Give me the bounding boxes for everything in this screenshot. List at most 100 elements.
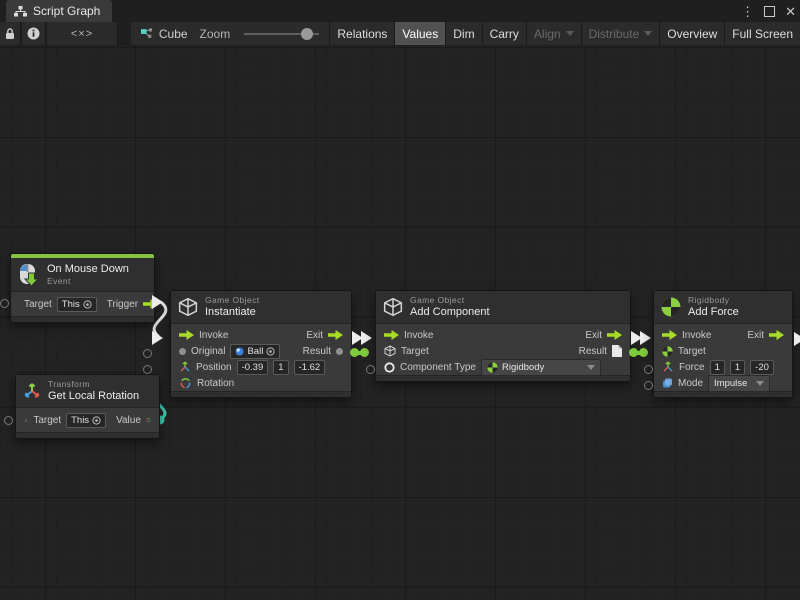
node-title: Instantiate	[205, 306, 259, 319]
target-label: Target	[678, 346, 706, 357]
fullscreen-button[interactable]: Full Screen	[724, 22, 800, 45]
target-this-field[interactable]: This	[66, 413, 106, 428]
transform-mini-icon	[24, 415, 28, 426]
invoke-flow-icon[interactable]	[384, 330, 399, 340]
position-z-value: -1.62	[299, 362, 321, 373]
graph-object-name[interactable]: Cube	[159, 27, 188, 41]
component-type-label: Component Type	[400, 362, 476, 373]
position-z-field[interactable]: -1.62	[294, 360, 326, 375]
node-category: Transform	[48, 379, 139, 390]
info-button[interactable]	[22, 22, 46, 45]
object-picker-icon[interactable]	[92, 416, 101, 425]
lock-icon	[5, 28, 15, 40]
lock-button[interactable]	[0, 22, 21, 45]
mode-row: Mode Impulse	[654, 375, 792, 391]
force-y-value: 1	[735, 362, 740, 373]
exit-flow-icon[interactable]	[769, 330, 784, 340]
graph-canvas[interactable]: On Mouse Down Event Target This Trigger	[0, 45, 800, 600]
node-get-local-rotation[interactable]: Transform Get Local Rotation Target This…	[15, 374, 160, 439]
fullscreen-label: Full Screen	[732, 27, 793, 41]
rotation-self-port[interactable]	[4, 416, 13, 425]
addcomponent-invoke-port[interactable]	[361, 331, 372, 345]
zoom-slider-handle[interactable]	[301, 28, 313, 40]
values-button[interactable]: Values	[394, 22, 445, 45]
node-header[interactable]: Transform Get Local Rotation	[16, 375, 159, 408]
title-bar: Script Graph ⋮ ✕	[0, 0, 800, 22]
node-add-force[interactable]: Rigidbody Add Force Invoke Exit Target	[653, 290, 793, 398]
object-picker-icon[interactable]	[266, 347, 275, 356]
position-y-field[interactable]: 1	[273, 360, 288, 375]
invoke-label: Invoke	[199, 330, 228, 341]
invoke-label: Invoke	[404, 330, 433, 341]
force-z-value: -20	[755, 362, 769, 373]
addforce-exit-port[interactable]	[794, 332, 800, 346]
force-in-port[interactable]	[644, 365, 653, 374]
overview-button[interactable]: Overview	[659, 22, 724, 45]
node-header[interactable]: Game Object Add Component	[376, 291, 630, 324]
dim-label: Dim	[453, 27, 474, 41]
distribute-button[interactable]: Distribute	[581, 22, 660, 45]
instantiate-invoke-in-port[interactable]	[152, 331, 163, 345]
close-icon[interactable]: ✕	[785, 5, 796, 18]
code-view-button[interactable]: <×>	[47, 22, 118, 45]
node-on-mouse-down[interactable]: On Mouse Down Event Target This Trigger	[10, 253, 155, 323]
trigger-out-port[interactable]	[152, 295, 163, 309]
dim-button[interactable]: Dim	[445, 22, 481, 45]
distribute-label: Distribute	[589, 27, 640, 41]
maximize-icon[interactable]	[764, 6, 775, 17]
node-title: On Mouse Down	[47, 263, 129, 276]
original-in-port[interactable]	[143, 349, 152, 358]
exit-flow-icon[interactable]	[328, 330, 343, 340]
result-target-connection[interactable]	[350, 348, 369, 357]
result-document-icon[interactable]	[612, 345, 622, 357]
overview-label: Overview	[667, 27, 717, 41]
ball-icon	[235, 347, 244, 356]
relations-button[interactable]: Relations	[329, 22, 394, 45]
node-header[interactable]: Game Object Instantiate	[171, 291, 351, 324]
zoom-slider[interactable]	[244, 33, 319, 35]
invoke-flow-icon[interactable]	[179, 330, 194, 340]
force-row: Force 1 1 -20	[654, 359, 792, 375]
mode-dropdown[interactable]: Impulse	[708, 375, 770, 392]
component-type-dropdown[interactable]: Rigidbody	[481, 359, 601, 376]
carry-label: Carry	[490, 27, 519, 41]
tab-script-graph[interactable]: Script Graph	[6, 0, 112, 22]
transform-icon	[23, 382, 41, 400]
force-y-field[interactable]: 1	[730, 360, 745, 375]
original-port[interactable]	[179, 348, 186, 355]
position-x-field[interactable]: -0.39	[237, 360, 269, 375]
position-in-port[interactable]	[143, 365, 152, 374]
zoom-label: Zoom	[200, 27, 231, 41]
node-add-component[interactable]: Game Object Add Component Invoke Exit Ta…	[375, 290, 631, 382]
mode-label: Mode	[678, 378, 703, 389]
align-button[interactable]: Align	[526, 22, 581, 45]
position-y-value: 1	[278, 362, 283, 373]
event-target-row: Target This Trigger	[11, 292, 154, 316]
node-instantiate[interactable]: Game Object Instantiate Invoke Exit Orig…	[170, 290, 352, 398]
node-header[interactable]: On Mouse Down Event	[11, 258, 154, 292]
carry-button[interactable]: Carry	[482, 22, 526, 45]
window-menu-icon[interactable]: ⋮	[741, 5, 754, 18]
gameobject-icon	[383, 297, 403, 317]
node-header[interactable]: Rigidbody Add Force	[654, 291, 792, 324]
dropdown-caret-icon	[756, 381, 764, 386]
result-port[interactable]	[336, 348, 343, 355]
force-z-field[interactable]: -20	[750, 360, 774, 375]
original-row: Original Ball Result	[171, 343, 351, 359]
component-type-in-port[interactable]	[366, 365, 375, 374]
object-picker-icon[interactable]	[83, 300, 92, 309]
original-label: Original	[191, 346, 225, 357]
exit-flow-icon[interactable]	[607, 330, 622, 340]
rotation-icon[interactable]	[146, 414, 151, 427]
position-row: Position -0.39 1 -1.62	[171, 359, 351, 375]
event-self-port[interactable]	[0, 299, 9, 308]
force-x-value: 1	[715, 362, 720, 373]
addforce-invoke-port[interactable]	[640, 331, 651, 345]
mode-in-port[interactable]	[644, 381, 653, 390]
invoke-flow-icon[interactable]	[662, 330, 677, 340]
original-ball-field[interactable]: Ball	[230, 344, 280, 359]
force-x-field[interactable]: 1	[710, 360, 725, 375]
result-target-connection[interactable]	[629, 348, 648, 357]
target-this-field[interactable]: This	[57, 297, 97, 312]
invoke-row: Invoke Exit	[376, 327, 630, 343]
